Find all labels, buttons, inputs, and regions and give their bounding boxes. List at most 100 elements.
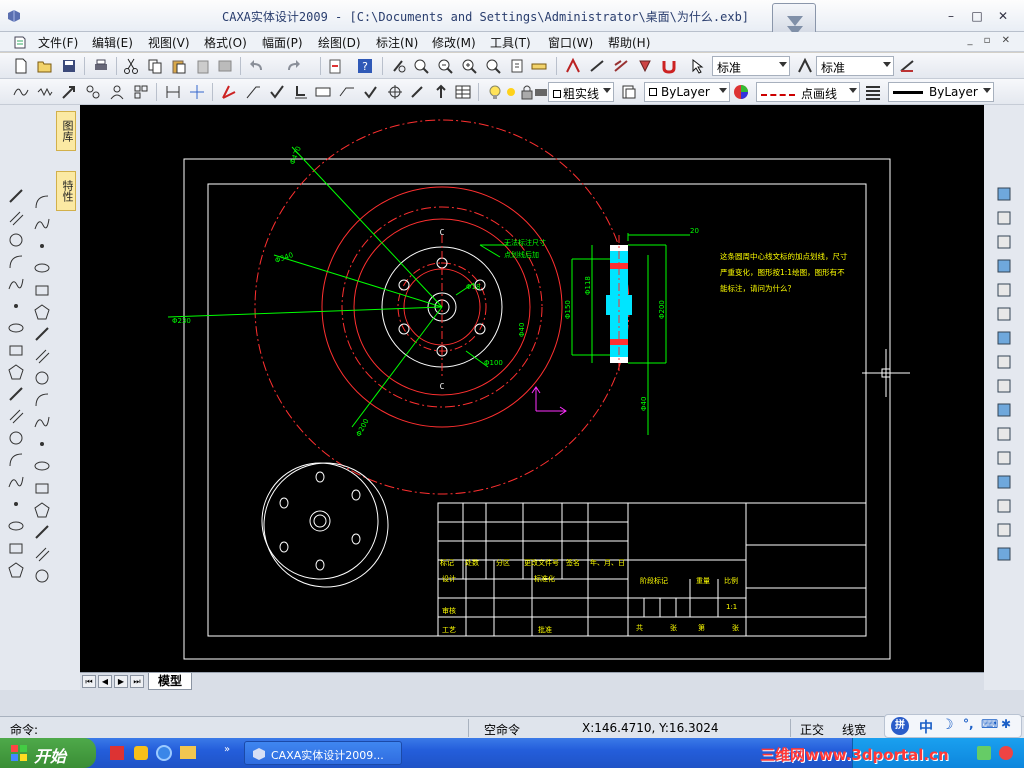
hatch-tool-icon[interactable] xyxy=(4,427,28,449)
quicklaunch-chat-icon[interactable] xyxy=(134,746,148,760)
copy-icon[interactable] xyxy=(146,57,164,75)
block-edit-icon[interactable] xyxy=(992,423,1016,445)
copy-tool-icon[interactable] xyxy=(30,235,54,257)
color-wheel-icon[interactable] xyxy=(732,83,750,101)
first-tab-button[interactable]: ⏮ xyxy=(82,675,96,688)
link-icon[interactable] xyxy=(84,83,102,101)
tab-model[interactable]: 模型 xyxy=(148,673,192,690)
lineweight-select[interactable]: ByLayer xyxy=(888,82,994,102)
edit-tool-icon[interactable] xyxy=(30,499,54,521)
arrow-icon[interactable] xyxy=(60,83,78,101)
pointer-icon[interactable] xyxy=(688,57,706,75)
format-painter-icon[interactable] xyxy=(216,57,234,75)
raster-tool-icon[interactable] xyxy=(4,559,28,581)
measure-icon[interactable] xyxy=(530,57,548,75)
dim-style-tool-icon[interactable] xyxy=(796,57,814,75)
person-icon[interactable] xyxy=(108,83,126,101)
spline-icon[interactable] xyxy=(12,83,30,101)
tolerance-icon[interactable] xyxy=(314,83,332,101)
layer-off-icon[interactable] xyxy=(992,399,1016,421)
menu-window[interactable]: 窗口(W) xyxy=(548,34,593,51)
properties-tool-icon[interactable] xyxy=(30,521,54,543)
parallel-tool-icon[interactable] xyxy=(4,207,28,229)
chamfer-tool-icon[interactable] xyxy=(30,411,54,433)
coordinate-dim-icon[interactable] xyxy=(188,83,206,101)
insert-tool-icon[interactable] xyxy=(4,537,28,559)
rectangle-tool-icon[interactable] xyxy=(4,339,28,361)
start-button[interactable]: 开始 xyxy=(0,738,96,768)
array-tool-icon[interactable] xyxy=(30,301,54,323)
ortho-toggle[interactable]: 正交 xyxy=(800,721,824,738)
menu-file[interactable]: 文件(F) xyxy=(38,34,78,51)
magnet-icon[interactable] xyxy=(660,57,678,75)
polyline-tool-icon[interactable] xyxy=(4,493,28,515)
quicklaunch-more-icon[interactable]: » xyxy=(224,744,230,755)
menu-sheet[interactable]: 幅面(P) xyxy=(262,34,303,51)
catalog-icon[interactable] xyxy=(992,471,1016,493)
style-manager-icon[interactable] xyxy=(636,57,654,75)
menu-dimension[interactable]: 标注(N) xyxy=(376,34,418,51)
menu-tools[interactable]: 工具(T) xyxy=(490,34,531,51)
circle-tool-icon[interactable] xyxy=(4,229,28,251)
command-prompt[interactable]: 命令: xyxy=(10,721,38,738)
pan-icon[interactable] xyxy=(508,57,526,75)
zoom-all-icon[interactable] xyxy=(436,57,454,75)
spline-tool-icon[interactable] xyxy=(4,273,28,295)
settings-icon[interactable]: ✱ xyxy=(1001,717,1011,731)
stretch-tool-icon[interactable] xyxy=(30,455,54,477)
redo-icon[interactable] xyxy=(284,57,302,75)
move-tool-icon[interactable] xyxy=(30,213,54,235)
keyboard-icon[interactable]: ⌨ xyxy=(981,717,998,731)
break-tool-icon[interactable] xyxy=(30,433,54,455)
center-mark-icon[interactable] xyxy=(386,83,404,101)
clipboard-icon[interactable] xyxy=(326,57,344,75)
center-line-tool-icon[interactable] xyxy=(4,383,28,405)
rotate-tool-icon[interactable] xyxy=(30,257,54,279)
quicklaunch-red-icon[interactable] xyxy=(110,746,124,760)
tray-network-icon[interactable] xyxy=(977,746,991,760)
layer-manager-icon[interactable] xyxy=(620,83,638,101)
trim-tool-icon[interactable] xyxy=(30,345,54,367)
edit-dim-icon[interactable] xyxy=(408,83,426,101)
hatch-pattern-icon[interactable] xyxy=(992,303,1016,325)
redo-tool-icon[interactable] xyxy=(30,565,54,587)
lock-view-icon[interactable] xyxy=(992,447,1016,469)
mirror-tool-icon[interactable] xyxy=(30,279,54,301)
move-view-icon[interactable] xyxy=(992,351,1016,373)
save-icon[interactable] xyxy=(60,57,78,75)
open-icon[interactable] xyxy=(36,57,54,75)
menu-modify[interactable]: 修改(M) xyxy=(432,34,476,51)
point-tool-icon[interactable] xyxy=(4,295,28,317)
menu-format[interactable]: 格式(O) xyxy=(204,34,247,51)
search-icon[interactable] xyxy=(992,543,1016,565)
undo-icon[interactable] xyxy=(248,57,266,75)
tray-volume-icon[interactable] xyxy=(999,746,1013,760)
paste-special-icon[interactable] xyxy=(194,57,212,75)
arc-tool-icon[interactable] xyxy=(4,251,28,273)
text-style-select[interactable]: 标准 xyxy=(712,56,790,76)
dim-edit-icon[interactable] xyxy=(992,327,1016,349)
ie-icon[interactable] xyxy=(156,745,172,761)
caxa-app-icon[interactable] xyxy=(6,8,22,24)
fill-tool-icon[interactable] xyxy=(4,449,28,471)
rotate-view-icon[interactable] xyxy=(992,375,1016,397)
array-icon[interactable] xyxy=(132,83,150,101)
folder-icon[interactable] xyxy=(180,746,196,759)
undo-tool-icon[interactable] xyxy=(30,543,54,565)
maximize-button[interactable]: □ xyxy=(970,9,984,23)
zoom-extents-icon[interactable] xyxy=(992,279,1016,301)
explode-tool-icon[interactable] xyxy=(30,477,54,499)
scale-tool-icon[interactable] xyxy=(30,323,54,345)
up-arrow-icon[interactable] xyxy=(432,83,450,101)
linetype-select[interactable]: 点画线 xyxy=(756,82,860,102)
view-front-icon[interactable] xyxy=(992,183,1016,205)
text-tool-icon[interactable] xyxy=(4,471,28,493)
dim-style-select[interactable]: 标准 xyxy=(816,56,894,76)
hatch-icon[interactable] xyxy=(612,57,630,75)
redraw-icon[interactable] xyxy=(390,57,408,75)
angle-dim-icon[interactable] xyxy=(220,83,238,101)
delete-tool-icon[interactable] xyxy=(30,191,54,213)
equidistant-tool-icon[interactable] xyxy=(4,405,28,427)
zoom-window-icon[interactable] xyxy=(412,57,430,75)
ime-toolbar[interactable]: 拼 中 ☽ °, ⌨ ✱ xyxy=(884,714,1022,738)
